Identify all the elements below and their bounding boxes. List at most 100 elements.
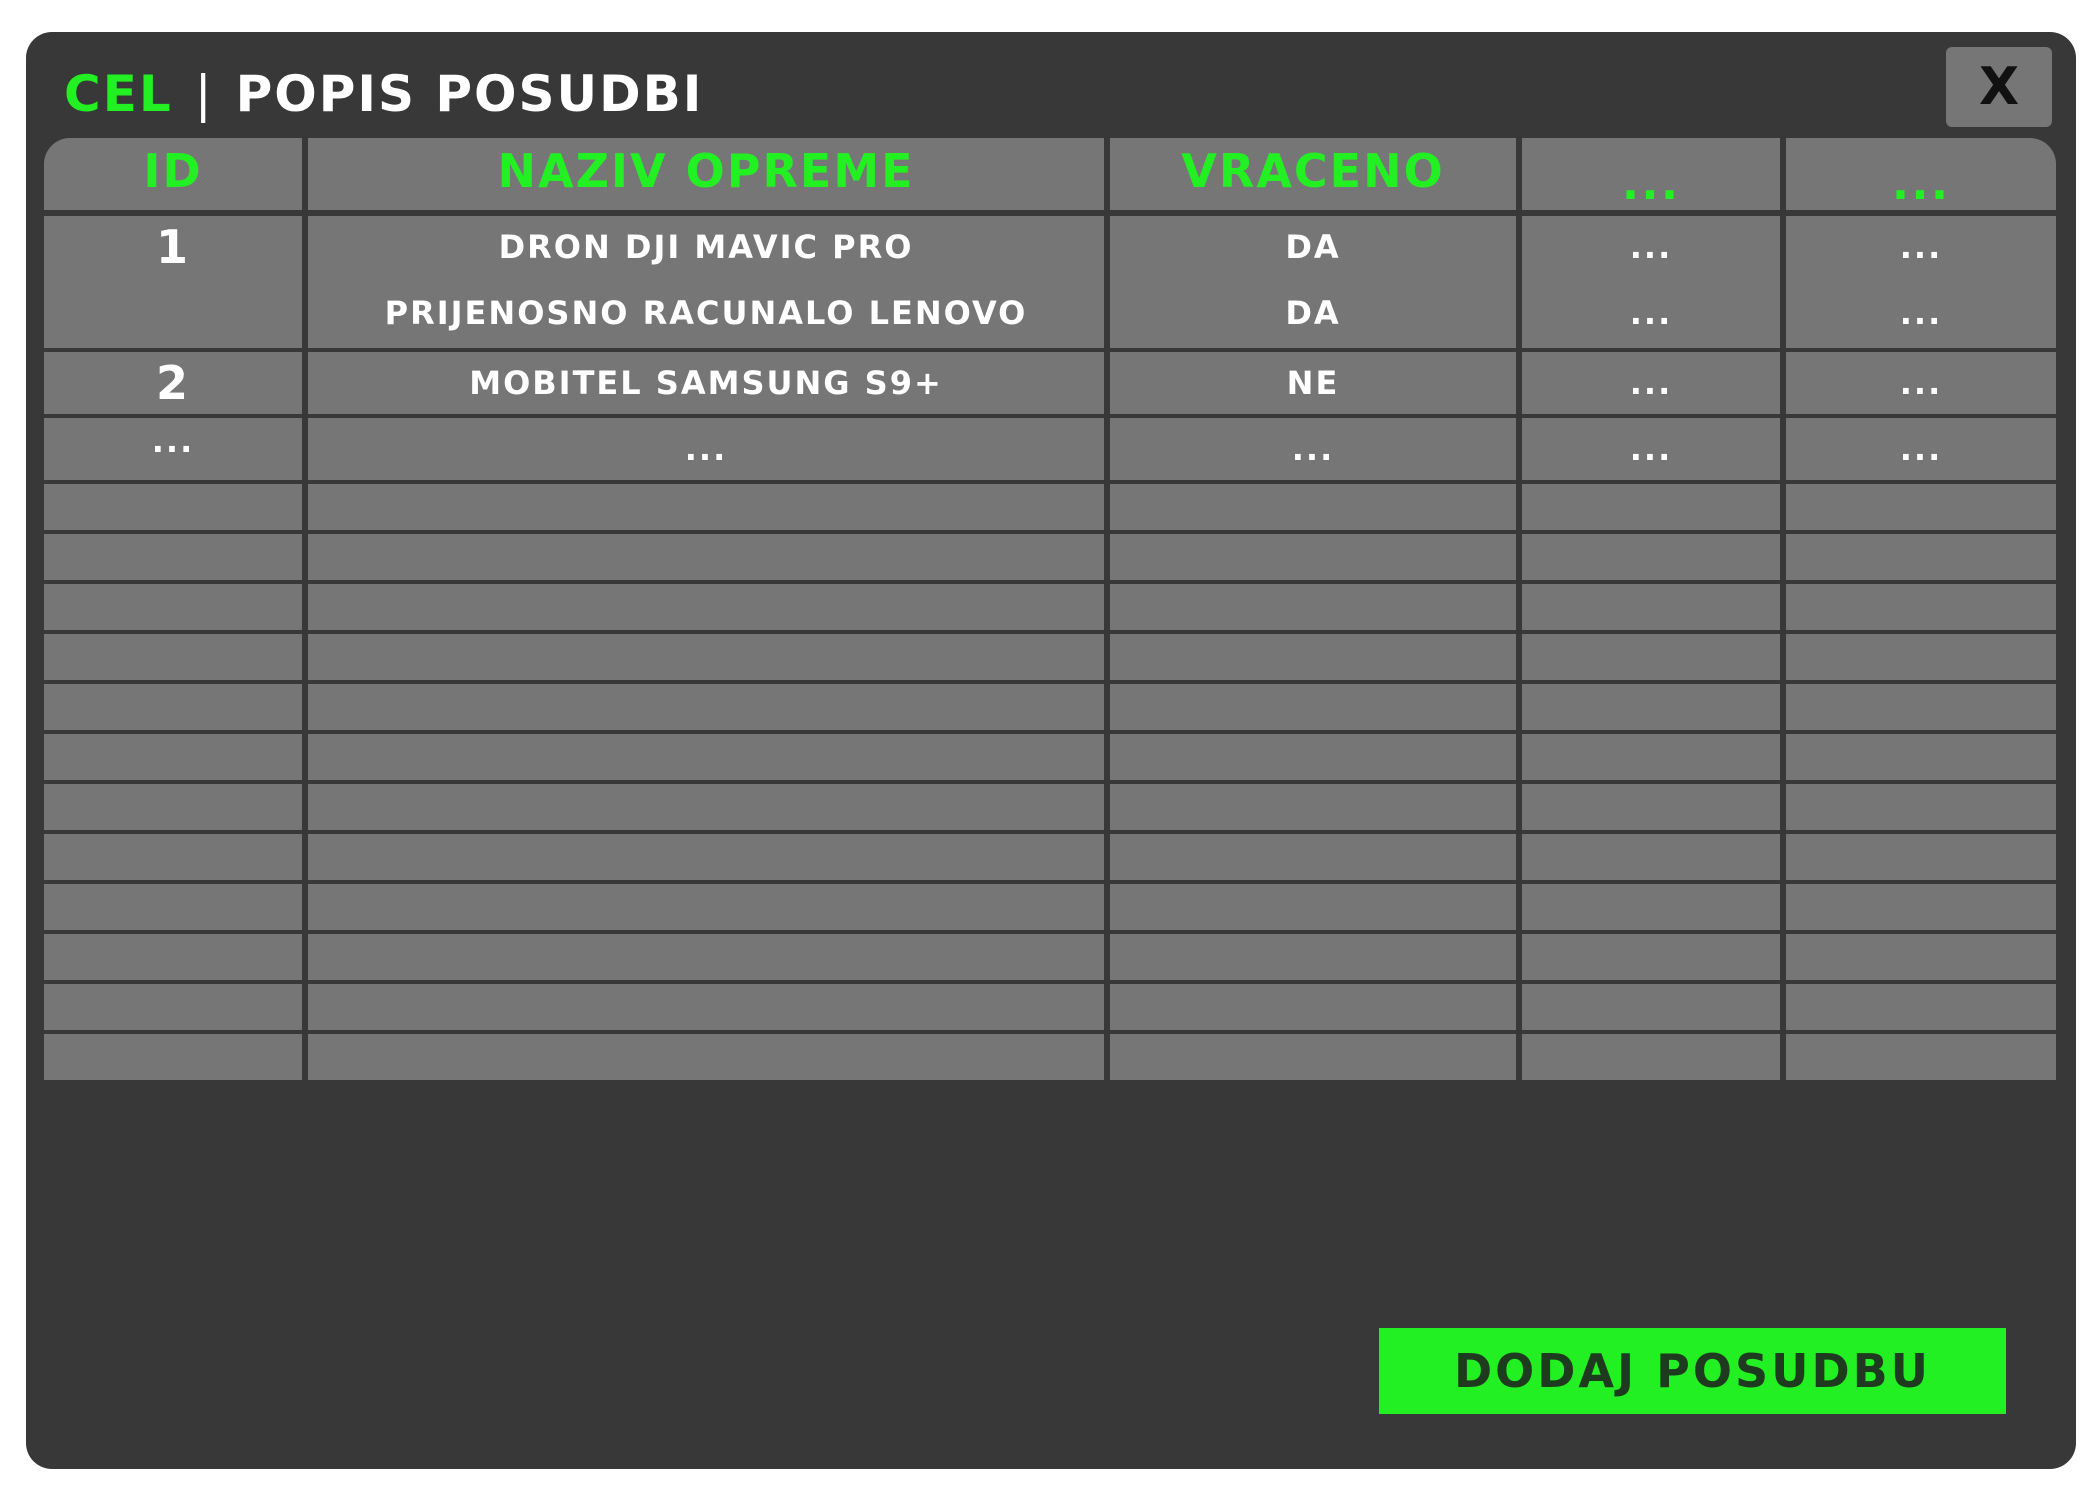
- empty-cell: [1522, 934, 1780, 980]
- empty-cell: [308, 634, 1104, 680]
- empty-cell: [308, 784, 1104, 830]
- row-id: 1: [155, 220, 190, 274]
- row-id: ...: [151, 422, 195, 460]
- empty-cell: [44, 784, 302, 830]
- table-cell: ...: [1522, 352, 1780, 414]
- empty-cell: [44, 734, 302, 780]
- empty-cell: [1110, 784, 1516, 830]
- empty-cell: [308, 934, 1104, 980]
- empty-cell: [1110, 984, 1516, 1030]
- cell-value: PRIJENOSNO RACUNALO LENOVO: [384, 294, 1028, 332]
- empty-cell: [1522, 834, 1780, 880]
- title-separator: |: [194, 65, 214, 123]
- table-cell: ......: [1786, 216, 2056, 348]
- empty-cell: [44, 934, 302, 980]
- empty-cell: [308, 734, 1104, 780]
- cell-value: ...: [1629, 364, 1673, 402]
- empty-cell: [44, 634, 302, 680]
- empty-cell: [1786, 984, 2056, 1030]
- header-equipment-name: NAZIV OPREME: [308, 138, 1104, 210]
- empty-cell: [1110, 834, 1516, 880]
- cell-value: ...: [1291, 430, 1335, 468]
- table-cell: ...: [1786, 352, 2056, 414]
- empty-cell: [44, 1034, 302, 1080]
- empty-cell: [1522, 484, 1780, 530]
- empty-cell: [1786, 1034, 2056, 1080]
- empty-cell: [1522, 884, 1780, 930]
- empty-cell: [44, 584, 302, 630]
- cell-value: DA: [1285, 294, 1341, 332]
- empty-cell: [1110, 1034, 1516, 1080]
- loans-table: ID NAZIV OPREME VRACENO...... 1 DRON DJI MAV…: [44, 138, 2056, 1280]
- table-cell: ...: [1786, 418, 2056, 480]
- page-title: POPIS POSUDBI: [235, 65, 704, 123]
- empty-cell: [1110, 634, 1516, 680]
- cell-value: ...: [684, 430, 728, 468]
- header-id-label: ID: [143, 144, 203, 198]
- empty-cell: [1110, 884, 1516, 930]
- table-grid: ID NAZIV OPREME VRACENO...... 1 DRON DJI MAV…: [44, 138, 2056, 1280]
- header-extra-2: ...: [1786, 138, 2056, 210]
- empty-cell: [1522, 1034, 1780, 1080]
- empty-cell: [1786, 484, 2056, 530]
- empty-cell: [1786, 534, 2056, 580]
- cell-value: DRON DJI MAVIC PRO: [498, 228, 914, 266]
- header-equipment-name-label: NAZIV OPREME: [497, 144, 915, 198]
- empty-cell: [1786, 734, 2056, 780]
- empty-cell: [1110, 584, 1516, 630]
- cell-value: ...: [1629, 294, 1673, 332]
- cell-value: ...: [1629, 228, 1673, 266]
- empty-cell: [1110, 684, 1516, 730]
- add-loan-button[interactable]: DODAJ POSUDBU: [1379, 1328, 2006, 1414]
- empty-cell: [1786, 784, 2056, 830]
- header-returned: VRACENO: [1110, 138, 1516, 210]
- empty-cell: [44, 884, 302, 930]
- cell-value: ...: [1899, 430, 1943, 468]
- table-cell: 1: [44, 216, 302, 348]
- close-button[interactable]: X: [1946, 47, 2052, 127]
- header-id: ID: [44, 138, 302, 210]
- empty-cell: [1522, 784, 1780, 830]
- empty-cell: [308, 884, 1104, 930]
- cell-value: MOBITEL SAMSUNG S9+: [469, 364, 943, 402]
- empty-cell: [44, 984, 302, 1030]
- cell-value: ...: [1629, 430, 1673, 468]
- loans-window: CEL | POPIS POSUDBI X ID NAZIV OPREME VRAC…: [26, 32, 2076, 1469]
- empty-cell: [1110, 934, 1516, 980]
- empty-cell: [308, 684, 1104, 730]
- empty-cell: [1786, 884, 2056, 930]
- cell-value: NE: [1286, 364, 1340, 402]
- table-cell: DA DA: [1110, 216, 1516, 348]
- empty-cell: [308, 484, 1104, 530]
- empty-cell: [44, 834, 302, 880]
- empty-cell: [308, 534, 1104, 580]
- cell-value: ...: [1899, 364, 1943, 402]
- empty-cell: [1110, 484, 1516, 530]
- table-cell: ...: [1110, 418, 1516, 480]
- empty-cell: [1786, 934, 2056, 980]
- header-extra-1-label: ...: [1621, 156, 1681, 210]
- empty-cell: [1786, 584, 2056, 630]
- table-cell[interactable]: ...: [308, 418, 1104, 480]
- empty-cell: [1522, 734, 1780, 780]
- cell-value: DA: [1285, 228, 1341, 266]
- empty-cell: [1110, 534, 1516, 580]
- cell-value: ...: [1899, 294, 1943, 332]
- cell-value: ...: [1899, 228, 1943, 266]
- empty-cell: [44, 484, 302, 530]
- table-cell[interactable]: DRON DJI MAVIC PRO PRIJENOSNO RACUNALO LE…: [308, 216, 1104, 348]
- empty-cell: [1522, 634, 1780, 680]
- table-cell: NE: [1110, 352, 1516, 414]
- empty-cell: [1522, 684, 1780, 730]
- header-returned-label: VRACENO: [1181, 144, 1445, 198]
- window-title: CEL | POPIS POSUDBI: [64, 54, 703, 134]
- empty-cell: [308, 1034, 1104, 1080]
- app-name: CEL: [64, 65, 173, 123]
- empty-cell: [44, 684, 302, 730]
- close-icon: X: [1978, 57, 2020, 117]
- table-cell[interactable]: MOBITEL SAMSUNG S9+: [308, 352, 1104, 414]
- empty-cell: [308, 834, 1104, 880]
- empty-cell: [1522, 984, 1780, 1030]
- header-extra-1: ...: [1522, 138, 1780, 210]
- table-cell: ...: [1522, 418, 1780, 480]
